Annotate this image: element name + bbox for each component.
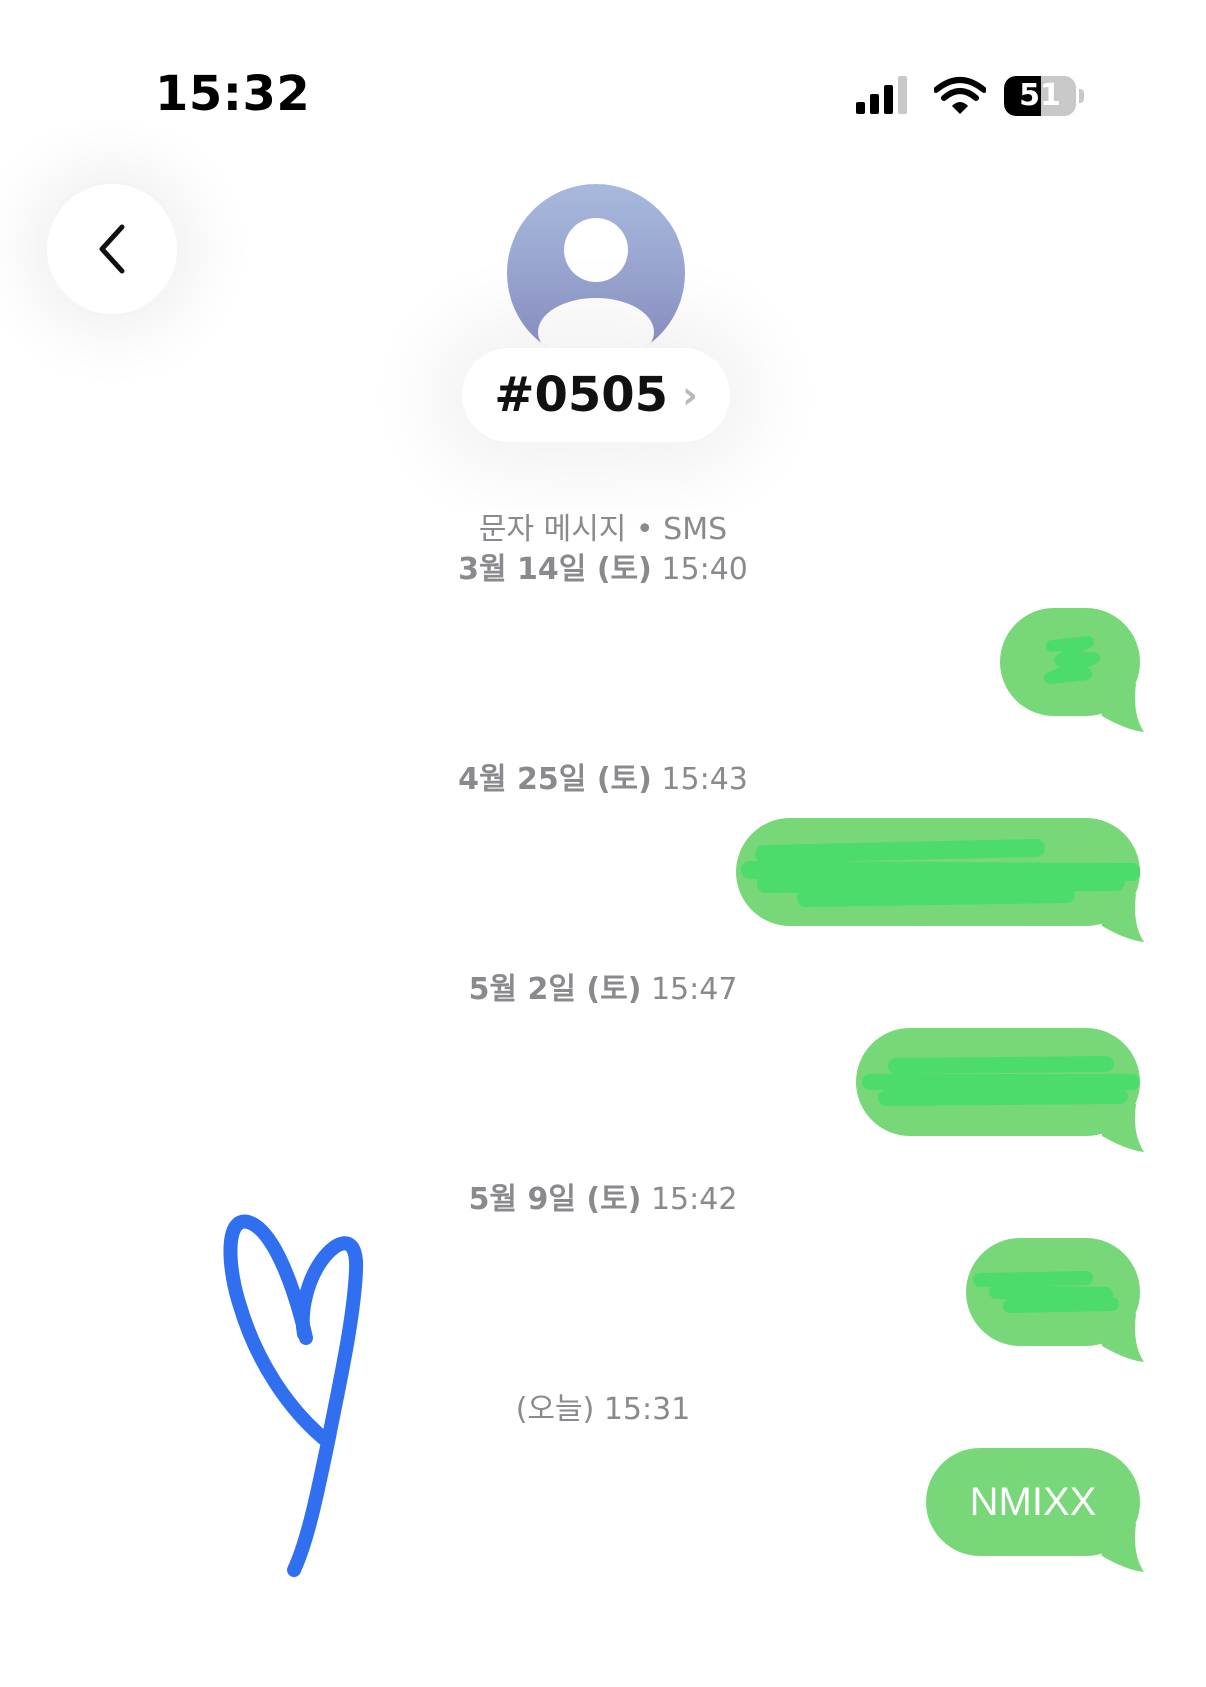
redaction-scribble (1044, 636, 1100, 684)
timestamp-date: (오늘) (515, 1392, 595, 1427)
redaction-scribble (862, 1056, 1140, 1106)
timestamp: 5월 9일 (토) 15:42 (0, 1174, 1206, 1218)
chevron-left-icon (99, 224, 125, 274)
battery-icon: 51 (1004, 76, 1086, 116)
battery-cap (1079, 89, 1084, 103)
timestamp-time: 15:31 (603, 1392, 691, 1427)
message-bubble[interactable] (856, 1028, 1150, 1156)
timestamp-date: 5월 2일 (토) (468, 972, 642, 1007)
service-label: 문자 메시지 • SMS (478, 512, 728, 547)
timestamp-time: 15:43 (661, 762, 748, 797)
redaction-scribble (741, 839, 1140, 907)
contact-avatar[interactable] (507, 184, 685, 362)
message-bubble[interactable]: NMIXX (926, 1448, 1150, 1576)
timestamp-time: 15:40 (661, 552, 748, 587)
timestamp-time: 15:42 (650, 1182, 738, 1217)
wifi-icon (934, 77, 986, 114)
battery-percent: 51 (1019, 78, 1061, 113)
bubble-tail (1096, 1524, 1144, 1572)
back-button[interactable] (47, 184, 177, 314)
contact-name: #0505 (494, 367, 669, 423)
chevron-right-icon: › (682, 373, 698, 417)
timestamp-date: 3월 14일 (토) (458, 552, 652, 587)
timestamp-time: 15:47 (650, 972, 738, 1007)
timestamp: (오늘) 15:31 (0, 1384, 1206, 1428)
person-icon (538, 218, 654, 362)
timestamp: 4월 25일 (토) 15:43 (0, 754, 1206, 798)
status-time: 15:32 (155, 66, 311, 122)
heart-doodle-icon (223, 1214, 364, 1577)
message-text: NMIXX (969, 1479, 1097, 1524)
timestamp: 5월 2일 (토) 15:47 (0, 964, 1206, 1008)
message-bubble[interactable] (966, 1238, 1150, 1366)
redaction-scribble (973, 1271, 1119, 1313)
timestamp: 3월 14일 (토) 15:40 (0, 544, 1206, 588)
contact-name-button[interactable]: #0505 › (462, 348, 730, 442)
message-bubble[interactable] (1000, 608, 1150, 736)
message-bubble[interactable] (736, 818, 1150, 946)
timestamp-date: 5월 9일 (토) (468, 1182, 642, 1217)
timestamp-date: 4월 25일 (토) (458, 762, 652, 797)
signal-icon (856, 76, 907, 114)
